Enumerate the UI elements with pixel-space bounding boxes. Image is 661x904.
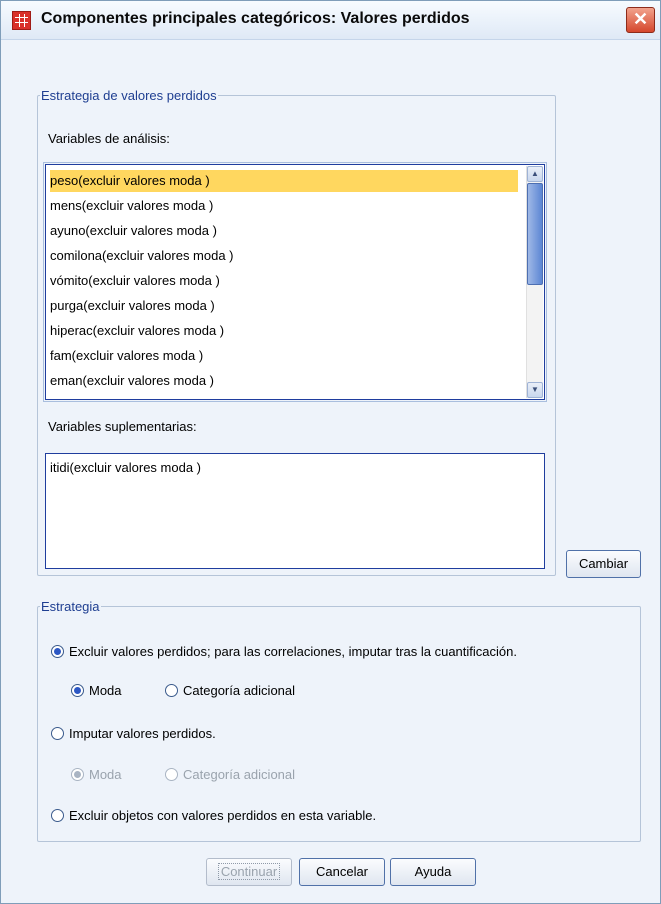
arrow-down-icon[interactable]: ▼: [527, 382, 543, 398]
exclude-missing-option[interactable]: Excluir valores perdidos; para las corre…: [51, 642, 517, 662]
supplementary-variables-list[interactable]: itidi(excluir valores moda ): [45, 453, 545, 569]
radio-unselected-icon[interactable]: [51, 809, 64, 823]
list-item[interactable]: vómito(excluir valores moda ): [50, 270, 220, 292]
exclude-objects-label: Excluir objetos con valores perdidos en …: [69, 808, 377, 823]
list-item[interactable]: eman(excluir valores moda ): [50, 370, 214, 392]
continue-button: Continuar: [206, 858, 292, 886]
strategy-legend: Estrategia: [41, 599, 100, 614]
radio-disabled-icon: [71, 768, 84, 782]
list-item[interactable]: mens(excluir valores moda ): [50, 195, 213, 217]
title-bar[interactable]: Componentes principales categóricos: Val…: [1, 1, 660, 40]
radio-selected-icon[interactable]: [51, 645, 64, 659]
list-item[interactable]: ayuno(excluir valores moda ): [50, 220, 217, 242]
list-item[interactable]: hiperac(excluir valores moda ): [50, 320, 224, 342]
analysis-variables-label: Variables de análisis:: [48, 131, 170, 146]
analysis-variables-list[interactable]: peso(excluir valores moda ) mens(excluir…: [43, 162, 547, 402]
help-button[interactable]: Ayuda: [390, 858, 476, 886]
exclude-objects-option[interactable]: Excluir objetos con valores perdidos en …: [51, 806, 376, 826]
exclude-extra-category-option[interactable]: Categoría adicional: [165, 681, 295, 701]
impute-mode-label: Moda: [89, 767, 122, 782]
exclude-missing-label: Excluir valores perdidos; para las corre…: [69, 644, 517, 659]
change-button[interactable]: Cambiar: [566, 550, 641, 578]
impute-missing-label: Imputar valores perdidos.: [69, 726, 216, 741]
radio-unselected-icon[interactable]: [165, 684, 178, 698]
exclude-mode-option[interactable]: Moda: [71, 681, 122, 701]
list-item[interactable]: fam(excluir valores moda ): [50, 345, 203, 367]
exclude-extra-category-label: Categoría adicional: [183, 683, 296, 698]
list-item[interactable]: purga(excluir valores moda ): [50, 295, 215, 317]
radio-selected-icon[interactable]: [71, 684, 84, 698]
list-item[interactable]: comilona(excluir valores moda ): [50, 245, 234, 267]
exclude-mode-label: Moda: [89, 683, 122, 698]
missing-strategy-legend: Estrategia de valores perdidos: [41, 88, 217, 103]
impute-mode-option: Moda: [71, 765, 122, 785]
scrollbar-thumb[interactable]: [527, 183, 543, 285]
supplementary-variables-label: Variables suplementarias:: [48, 419, 197, 434]
vertical-scrollbar[interactable]: ▲ ▼: [526, 166, 543, 398]
list-item[interactable]: peso(excluir valores moda ): [50, 170, 518, 192]
continue-label: Continuar: [217, 863, 281, 880]
dialog-window: Componentes principales categóricos: Val…: [0, 0, 661, 904]
cancel-button[interactable]: Cancelar: [299, 858, 385, 886]
arrow-up-icon[interactable]: ▲: [527, 166, 543, 182]
impute-extra-category-label: Categoría adicional: [183, 767, 296, 782]
window-title: Componentes principales categóricos: Val…: [41, 10, 470, 27]
impute-missing-option[interactable]: Imputar valores perdidos.: [51, 724, 216, 744]
grid-app-icon: [12, 11, 31, 30]
impute-extra-category-option: Categoría adicional: [165, 765, 295, 785]
radio-disabled-icon: [165, 768, 178, 782]
radio-unselected-icon[interactable]: [51, 727, 64, 741]
close-icon[interactable]: ✕: [626, 7, 655, 33]
list-item[interactable]: itidi(excluir valores moda ): [50, 457, 201, 479]
